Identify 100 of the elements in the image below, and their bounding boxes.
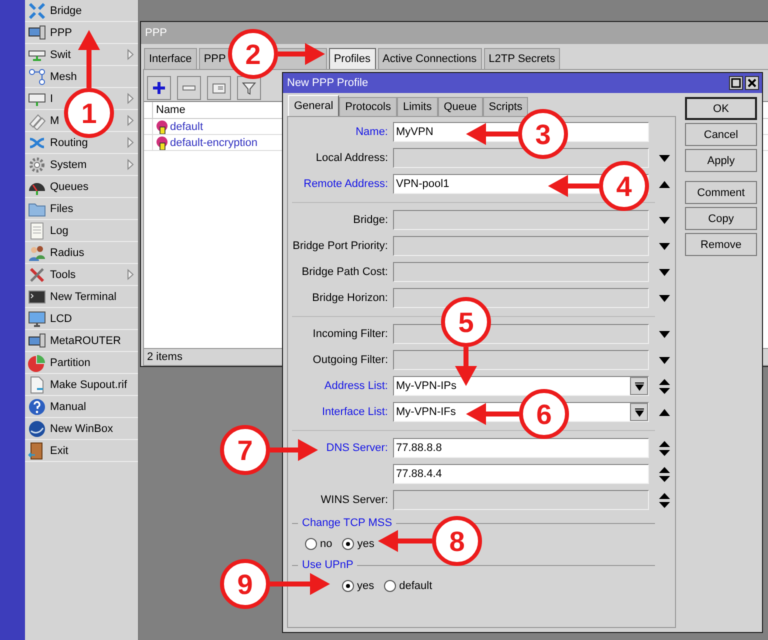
text-field[interactable]: 77.88.8.8 [393, 438, 649, 458]
sidebar-item[interactable]: Files [28, 198, 74, 218]
field-label: Address List: [323, 380, 388, 392]
text-field[interactable] [393, 288, 649, 308]
field-label: Interface List: [320, 406, 388, 418]
tab[interactable]: L2TP Secrets [484, 48, 560, 69]
ok-button[interactable]: OK [685, 97, 757, 120]
radio-label[interactable]: yes [357, 538, 374, 550]
radio-button[interactable] [342, 538, 354, 550]
callout-number: 6 [536, 399, 552, 430]
settings-icon [28, 156, 46, 174]
remove-button[interactable] [177, 76, 201, 100]
up-arrow-icon[interactable] [658, 180, 670, 188]
sidebar-item[interactable]: I [28, 88, 54, 108]
dropdown-arrow-icon[interactable] [658, 154, 670, 162]
radio-label[interactable]: yes [357, 580, 374, 592]
sidebar-item[interactable]: Routing [28, 132, 88, 152]
dialog-button[interactable]: Comment [685, 181, 757, 204]
sidebar-item[interactable]: Tools [28, 264, 76, 284]
table-cell[interactable]: default-encryption [156, 136, 258, 150]
spinner-icon[interactable] [658, 492, 670, 508]
sidebar-item[interactable]: Queues [28, 176, 89, 196]
radio-button[interactable] [384, 580, 396, 592]
tab[interactable]: General [288, 95, 340, 116]
sidebar-item[interactable]: Partition [28, 352, 90, 372]
sidebar-item[interactable]: New Terminal [28, 286, 116, 306]
submenu-arrow-icon [127, 93, 134, 104]
add-button[interactable] [147, 76, 171, 100]
close-icon[interactable] [745, 76, 759, 90]
sidebar-item[interactable]: PPP [28, 22, 72, 42]
group-title: Change TCP MSS [302, 517, 392, 529]
text-field[interactable] [393, 148, 649, 168]
text-field[interactable] [393, 236, 649, 256]
filter-button[interactable] [237, 76, 261, 100]
radio-label[interactable]: no [320, 538, 332, 550]
field-label: Bridge Port Priority: [292, 240, 388, 252]
sidebar-item[interactable]: Swit [28, 44, 71, 64]
text-field[interactable] [393, 490, 649, 510]
note-icon [212, 81, 226, 95]
dialog-title: New PPP Profile [287, 77, 368, 89]
sidebar-item[interactable]: New WinBox [28, 418, 113, 438]
monitor-icon [28, 310, 46, 328]
comment-button[interactable] [207, 76, 231, 100]
sidebar-item[interactable]: M [28, 110, 60, 130]
dialog-button[interactable]: Cancel [685, 123, 757, 146]
field-label: DNS Server: [325, 442, 388, 454]
dialog-button[interactable]: Apply [685, 149, 757, 172]
text-field[interactable]: 77.88.4.4 [393, 464, 649, 484]
sidebar-item[interactable]: System [28, 154, 87, 174]
radio-button[interactable] [305, 538, 317, 550]
text-field[interactable] [393, 262, 649, 282]
tab[interactable]: Scripts [482, 97, 528, 116]
tab[interactable]: Profiles [328, 48, 376, 69]
sidebar-item[interactable]: Radius [28, 242, 84, 262]
text-field[interactable] [393, 210, 649, 230]
tab[interactable]: Queue [438, 97, 483, 116]
maximize-icon[interactable] [729, 76, 743, 90]
dropdown-arrow-icon[interactable] [658, 268, 670, 276]
text-field[interactable] [393, 350, 649, 370]
sidebar-item[interactable]: Bridge [28, 0, 82, 20]
up-arrow-icon[interactable] [658, 408, 670, 416]
spinner-icon[interactable] [658, 378, 670, 394]
sidebar-item[interactable]: Manual [28, 396, 86, 416]
sidebar-item[interactable]: Make Supout.rif [28, 374, 128, 394]
help-icon [28, 398, 46, 416]
submenu-arrow-icon [127, 269, 134, 280]
table-cell[interactable]: default [156, 120, 204, 134]
field-label: Bridge: [352, 214, 388, 226]
dropdown-field[interactable]: My-VPN-IPs [393, 376, 649, 396]
spinner-icon[interactable] [658, 440, 670, 456]
sidebar-item[interactable]: MetaROUTER [28, 330, 121, 350]
column-header[interactable]: Name [153, 102, 186, 118]
pie-chart-icon [28, 354, 46, 372]
dialog-button[interactable]: Copy [685, 207, 757, 230]
plus-icon [152, 81, 166, 95]
submenu-arrow-icon [127, 115, 134, 126]
dialog-button[interactable]: Remove [685, 233, 757, 256]
sidebar-item[interactable]: Log [28, 220, 68, 240]
computer-icon [28, 332, 46, 350]
dropdown-arrow-icon[interactable] [658, 242, 670, 250]
dropdown-arrow-icon[interactable] [658, 330, 670, 338]
callout-arrow [270, 573, 330, 595]
field-label: Incoming Filter: [312, 328, 388, 340]
spinner-icon[interactable] [658, 466, 670, 482]
radio-label[interactable]: default [399, 580, 432, 592]
dropdown-arrow-icon[interactable] [658, 216, 670, 224]
window-title: PPP [141, 22, 768, 44]
radio-button[interactable] [342, 580, 354, 592]
dropdown-arrow-icon[interactable] [658, 356, 670, 364]
field-label: Bridge Horizon: [311, 292, 388, 304]
callout-arrow [378, 530, 432, 552]
list-arrow-icon [634, 382, 644, 390]
tab[interactable]: Limits [397, 97, 438, 116]
sidebar-item[interactable]: Exit [28, 440, 68, 460]
dropdown-arrow-icon[interactable] [658, 294, 670, 302]
tab[interactable]: Active Connections [378, 48, 482, 69]
sidebar-item[interactable]: LCD [28, 308, 72, 328]
tab[interactable]: Interface [144, 48, 197, 69]
sidebar-item[interactable]: Mesh [28, 66, 77, 86]
tab[interactable]: Protocols [339, 97, 397, 116]
